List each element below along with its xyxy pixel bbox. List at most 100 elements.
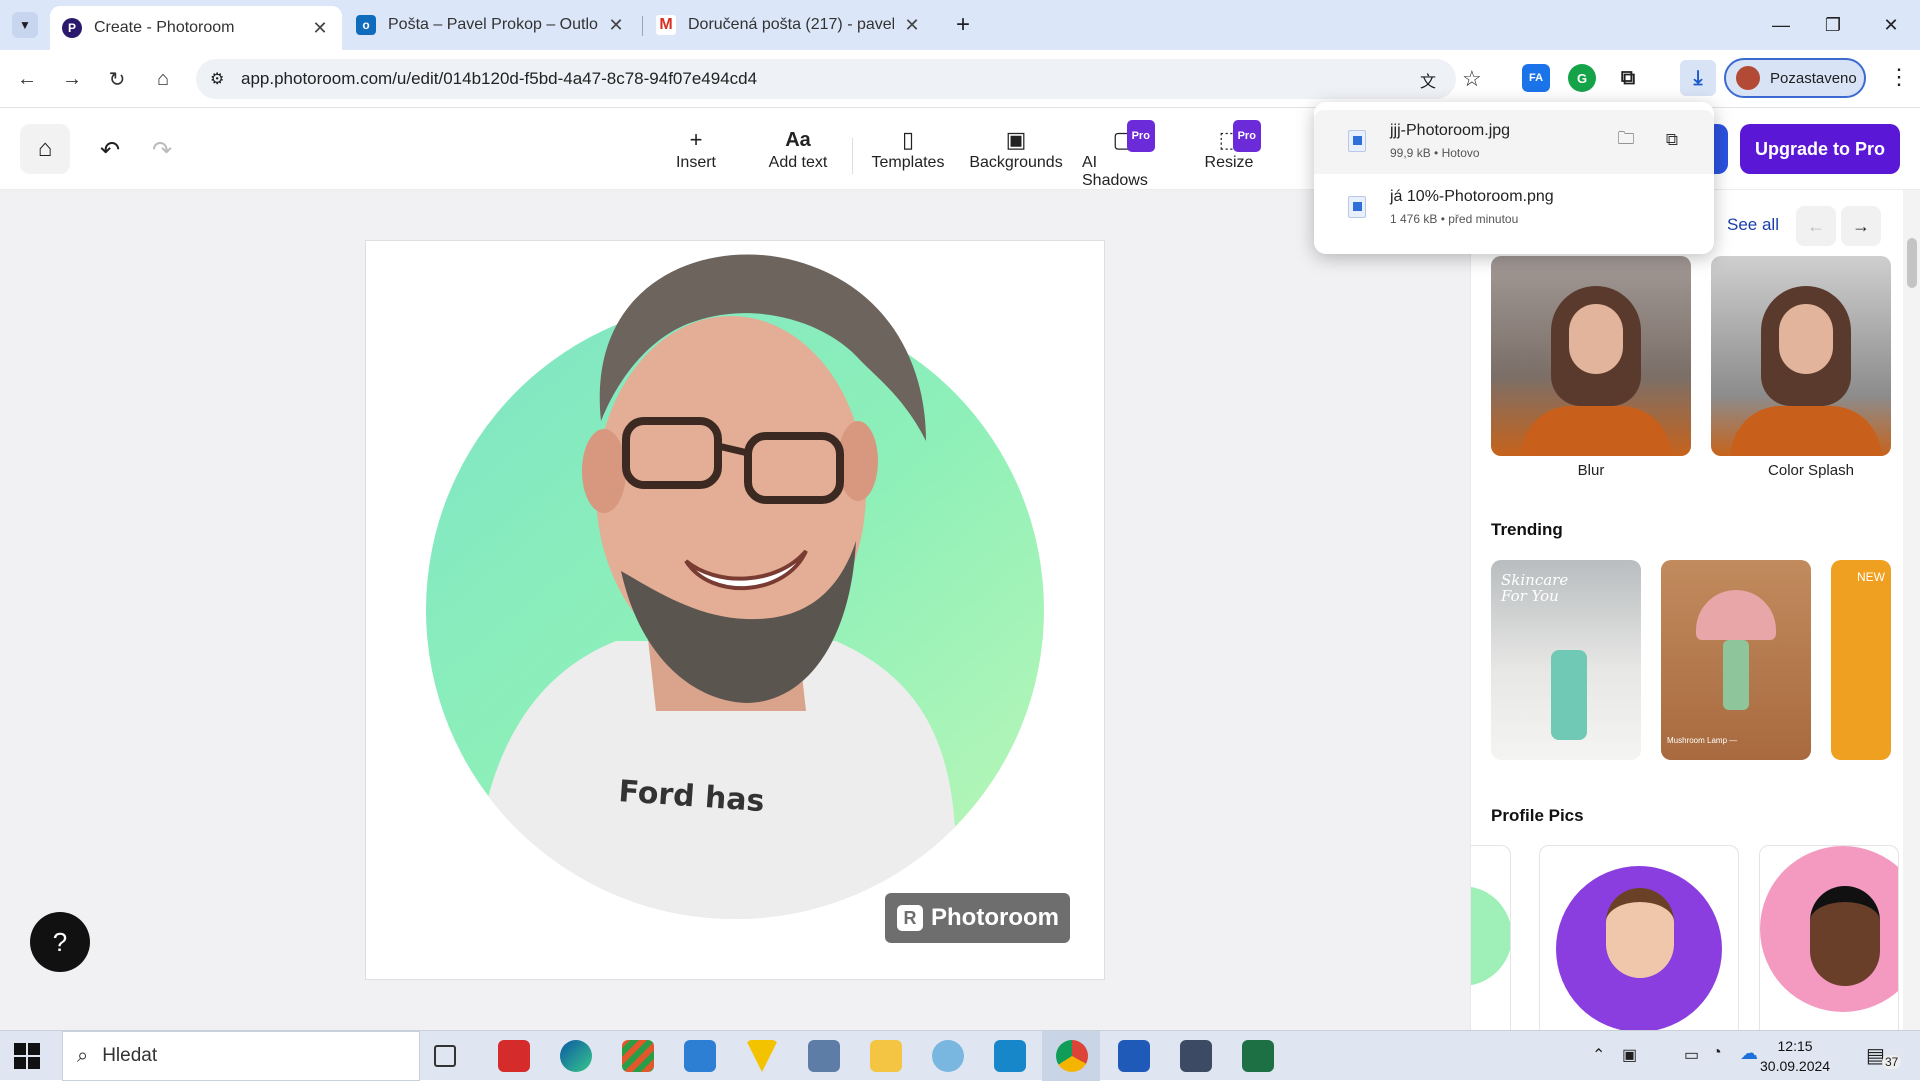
woman-face [1779,304,1833,374]
download-item[interactable]: jjj-Photoroom.jpg 99,9 kB • Hotovo 🗀 ⧉ [1314,110,1714,174]
onedrive-icon[interactable]: ☁ [1740,1043,1758,1064]
arrow-right-icon: → [62,67,82,90]
folder-icon[interactable]: 🗀 [1612,126,1640,154]
undo-button[interactable]: ↶ [100,136,120,165]
taskbar-app-desktop-icon[interactable] [684,1040,716,1072]
taskbar-search[interactable]: ⌕ Hledat [62,1031,420,1081]
question-icon: ? [52,926,68,957]
menu-icon[interactable]: ⋮ [1888,64,1910,90]
restore-button[interactable]: ❐ [1810,10,1856,40]
clock-date: 30.09.2024 [1760,1058,1831,1074]
trending-item[interactable]: Skincare For You [1491,560,1641,760]
outlook-favicon-icon: o [356,15,376,35]
camera-icon[interactable] [808,1040,840,1072]
profile-pic-item[interactable] [1759,845,1899,1030]
backgrounds-tool[interactable]: ▣ Backgrounds [969,126,1062,178]
reload-button[interactable]: ↻ [100,62,134,96]
upgrade-to-pro-button[interactable]: Upgrade to Pro [1740,124,1900,174]
profile-button[interactable]: Pozastaveno [1724,58,1866,98]
taskbar-app-red-icon[interactable] [498,1040,530,1072]
grammarly-extension-icon[interactable]: G [1568,64,1596,92]
taskbar-app-v-icon[interactable] [746,1040,778,1072]
start-button[interactable] [14,1043,40,1069]
download-button[interactable]: ⤓ [1680,60,1716,96]
tray-icon[interactable]: ▣ [1622,1045,1637,1065]
panel-scrollbar[interactable] [1903,190,1920,1030]
effect-label-blur: Blur [1577,462,1605,479]
taskbar-clock[interactable]: 12:15 30.09.2024 [1760,1036,1830,1076]
chrome-icon[interactable] [1056,1040,1088,1072]
green-circle [1471,886,1510,986]
effect-thumb-blur[interactable] [1491,256,1691,456]
tool-label: Templates [871,154,945,171]
word-icon[interactable] [1118,1040,1150,1072]
tab-search-button[interactable]: ▼ [12,12,38,38]
effect-thumb-color-splash[interactable] [1711,256,1891,456]
open-external-icon[interactable]: ⧉ [1658,126,1686,154]
minimize-button[interactable]: — [1758,10,1804,40]
new-tab-button[interactable]: + [948,10,978,40]
portrait-photo[interactable]: Ford has [366,241,1106,981]
url-text: app.photoroom.com/u/edit/014b120d-f5bd-4… [241,69,758,88]
battery-icon[interactable]: ▭ [1684,1045,1699,1065]
home-button[interactable]: ⌂ [146,62,180,96]
add-text-tool[interactable]: Aa Add text [766,126,830,178]
profile-label: Pozastaveno [1770,69,1857,87]
close-icon[interactable]: ✕ [606,15,626,36]
taskbar-app-blue-icon[interactable] [994,1040,1026,1072]
tab-outlook[interactable]: o Pošta – Pavel Prokop – Outlook ✕ [344,6,638,44]
redo-button[interactable]: ↷ [152,136,172,165]
photoroom-favicon-icon: P [62,18,82,38]
trending-item[interactable]: Mushroom Lamp — [1661,560,1811,760]
text-icon: Aa [785,129,811,151]
excel-icon[interactable] [1242,1040,1274,1072]
calculator-icon[interactable] [1180,1040,1212,1072]
file-icon [1348,196,1366,218]
close-icon[interactable]: ✕ [310,18,330,39]
home-icon: ⌂ [37,135,53,162]
fa-extension-icon[interactable]: FA [1522,64,1550,92]
windows-taskbar: ⌕ Hledat ⌃ ▣ ▭ ◔ ☁ 12:15 30.09.2024 ▤ 37 [0,1030,1920,1081]
insert-tool[interactable]: + Insert [672,126,720,178]
trending-item-title: Skincare For You [1501,571,1569,605]
see-all-link[interactable]: See all [1727,215,1779,235]
site-settings-icon[interactable]: ⚙ [210,69,224,89]
forward-button[interactable]: → [55,62,89,96]
ai-shadows-tool[interactable]: ▢ Pro AI Shadows [1082,120,1164,189]
toolbar-divider [852,138,853,174]
address-bar[interactable]: ⚙ app.photoroom.com/u/edit/014b120d-f5bd… [196,59,1456,99]
file-explorer-icon[interactable] [870,1040,902,1072]
artboard[interactable]: Ford has R Photoroom [365,240,1105,980]
trending-item[interactable]: NEW [1831,560,1891,760]
resize-tool[interactable]: ⬚ Pro Resize [1202,120,1261,178]
scrollbar-thumb[interactable] [1907,238,1917,288]
edge-icon[interactable] [560,1040,592,1072]
download-file-meta: 99,9 kB • Hotovo [1390,146,1480,160]
download-item[interactable]: já 10%-Photoroom.png 1 476 kB • před min… [1314,176,1714,240]
prev-button[interactable]: ← [1796,206,1836,246]
paint-icon[interactable] [932,1040,964,1072]
translate-icon[interactable]: 文 [1420,68,1436,92]
app-home-button[interactable]: ⌂ [20,124,70,174]
window-close-button[interactable]: ✕ [1868,10,1914,40]
profile-pic-item[interactable] [1471,845,1511,1030]
extensions-icon[interactable]: ⧉ [1614,64,1642,92]
templates-tool[interactable]: ▯ Templates [870,126,946,178]
taskbar-app-stripes-icon[interactable] [622,1040,654,1072]
tab-photoroom[interactable]: P Create - Photoroom ✕ [50,6,342,50]
arrow-right-icon: → [1852,215,1870,236]
notifications-button[interactable]: ▤ 37 [1866,1043,1902,1071]
close-icon[interactable]: ✕ [902,15,922,36]
chevron-down-icon: ▼ [19,18,31,32]
tab-gmail[interactable]: M Doručená pošta (217) - pavelpr ✕ [644,6,934,44]
help-button[interactable]: ? [30,912,90,972]
next-button[interactable]: → [1841,206,1881,246]
chevron-up-icon[interactable]: ⌃ [1592,1045,1605,1065]
bookmark-star-icon[interactable]: ☆ [1462,66,1482,92]
profile-pic-item[interactable] [1539,845,1739,1030]
file-icon [1348,130,1366,152]
wifi-icon[interactable]: ◔ [1712,1044,1722,1062]
back-button[interactable]: ← [10,62,44,96]
photoroom-watermark[interactable]: R Photoroom [885,893,1070,943]
task-view-icon[interactable] [434,1045,456,1067]
